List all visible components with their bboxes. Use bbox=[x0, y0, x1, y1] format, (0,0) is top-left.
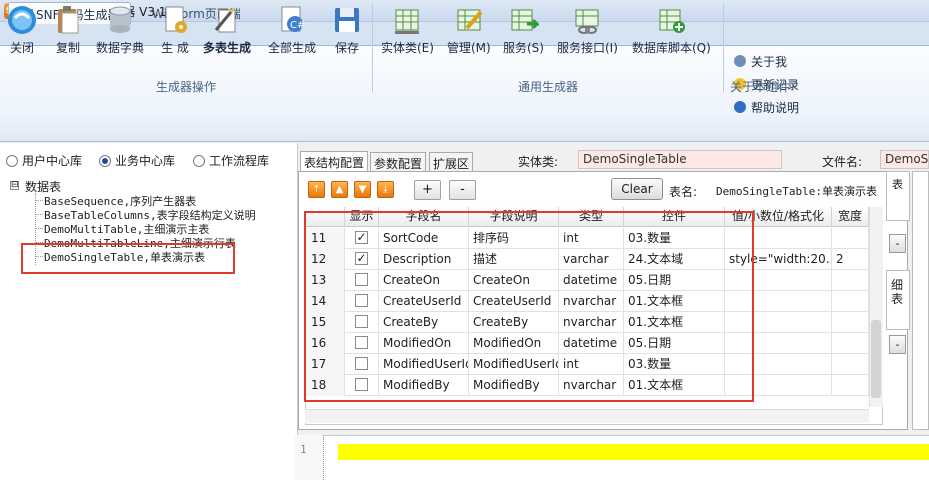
data-dictionary-button[interactable]: 数据字典 bbox=[96, 4, 144, 56]
tree-collapse-toggle[interactable]: ⊟ bbox=[10, 181, 19, 190]
table-name-label: 表名: bbox=[669, 185, 698, 199]
radio-dot bbox=[193, 155, 205, 167]
group-label-about: 关于本组件 bbox=[729, 80, 790, 94]
entity-class-field[interactable]: DemoSingleTable bbox=[578, 150, 782, 169]
line-number-gutter: 1 bbox=[294, 435, 324, 480]
radio-business-center[interactable]: 业务中心库 bbox=[99, 152, 175, 169]
table-name-value: DemoSingleTable:单表演示表 bbox=[716, 185, 877, 198]
remove-row-button[interactable]: - bbox=[449, 180, 476, 200]
move-up-button[interactable]: ▲ bbox=[331, 181, 348, 198]
tab-table-structure[interactable]: 表结构配置 bbox=[300, 151, 369, 171]
horizontal-scrollbar[interactable] bbox=[305, 409, 869, 423]
grid-cell-width[interactable]: 2 bbox=[832, 249, 869, 270]
help-icon bbox=[734, 101, 746, 113]
grid-cell-width[interactable] bbox=[832, 270, 869, 291]
side-panel-label: 表 bbox=[892, 178, 903, 191]
tab-extension[interactable]: 扩展区 bbox=[429, 152, 474, 171]
grid-cell-width[interactable] bbox=[832, 312, 869, 333]
radio-dot-selected bbox=[99, 155, 111, 167]
file-name-field[interactable]: DemoSingleTable bbox=[880, 150, 929, 169]
document-gear-icon bbox=[165, 6, 187, 33]
svg-text:C#: C# bbox=[290, 20, 305, 31]
table-arrow-icon bbox=[511, 9, 540, 31]
group-label-generator: 生成器操作 bbox=[155, 80, 216, 94]
save-button[interactable]: 保存 bbox=[331, 4, 363, 56]
scroll-thumb[interactable] bbox=[871, 320, 881, 398]
table-edit-icon bbox=[457, 9, 483, 31]
generate-button[interactable]: 生 成 bbox=[159, 4, 191, 56]
group-label-general: 通用生成器 bbox=[517, 80, 578, 94]
help-button[interactable]: 帮助说明 bbox=[734, 99, 799, 116]
current-line-highlight bbox=[338, 444, 929, 460]
clear-button[interactable]: Clear bbox=[611, 178, 663, 200]
wand-document-icon bbox=[214, 7, 236, 33]
grid-cell-width[interactable] bbox=[832, 291, 869, 312]
side-panel-edge bbox=[912, 171, 929, 430]
highlight-box bbox=[304, 211, 754, 402]
table-add-icon bbox=[659, 9, 686, 33]
copy-button[interactable]: 复制 bbox=[52, 4, 84, 56]
tab-parameters[interactable]: 参数配置 bbox=[370, 152, 427, 171]
grid-cell-width[interactable] bbox=[832, 354, 869, 375]
radio-user-center[interactable]: 用户中心库 bbox=[6, 152, 82, 169]
entity-class-button[interactable]: 实体类(E) bbox=[381, 4, 434, 56]
grid-cell-width[interactable] bbox=[832, 375, 869, 396]
entity-class-label: 实体类: bbox=[518, 155, 559, 169]
database-script-button[interactable]: 数据库脚本(Q) bbox=[632, 4, 711, 56]
table-icon bbox=[395, 9, 420, 34]
highlight-box bbox=[21, 243, 235, 274]
move-bottom-button[interactable]: ⤓ bbox=[377, 181, 394, 198]
grid-cell-width[interactable] bbox=[832, 228, 869, 249]
grid-cell-width[interactable] bbox=[832, 333, 869, 354]
power-icon bbox=[8, 6, 36, 34]
about-me-button[interactable]: 关于我 bbox=[734, 53, 787, 70]
side-minus-button[interactable]: - bbox=[889, 335, 906, 354]
detail-table-label: 细表 bbox=[891, 278, 904, 306]
close-button[interactable]: 关闭 bbox=[6, 4, 38, 56]
csharp-file-icon: C# bbox=[281, 6, 305, 32]
service-interface-button[interactable]: 服务接口(I) bbox=[557, 4, 618, 56]
info-gear-icon bbox=[734, 55, 746, 67]
floppy-icon bbox=[335, 8, 359, 32]
add-row-button[interactable]: + bbox=[414, 180, 441, 200]
file-name-label: 文件名: bbox=[822, 155, 863, 169]
clipboard-icon bbox=[58, 6, 79, 34]
generate-all-button[interactable]: C# 全部生成 bbox=[268, 4, 316, 56]
manage-button[interactable]: 管理(M) bbox=[447, 4, 491, 56]
multi-table-generate-button[interactable]: 多表生成 bbox=[203, 4, 251, 56]
table-link-icon bbox=[575, 9, 599, 34]
database-icon bbox=[109, 6, 131, 33]
grid-column-header[interactable]: 宽度 bbox=[832, 207, 869, 227]
move-down-button[interactable]: ▼ bbox=[354, 181, 371, 198]
service-button[interactable]: 服务(S) bbox=[503, 4, 544, 56]
move-top-button[interactable]: ⤒ bbox=[308, 181, 325, 198]
side-minus-button[interactable]: - bbox=[889, 234, 906, 253]
radio-dot bbox=[6, 155, 18, 167]
radio-workflow[interactable]: 工作流程库 bbox=[193, 152, 269, 169]
